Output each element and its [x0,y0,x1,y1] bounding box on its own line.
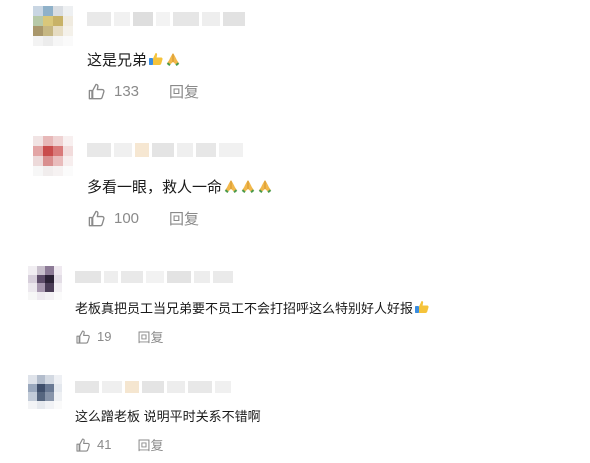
folded-hands-emoji [223,178,239,198]
comment-text: 多看一眼，救人一命 [87,176,273,198]
comment-text: 老板真把员工当兄弟要不员工不会打招呼这么特别好人好报 [75,298,430,318]
like-button[interactable]: 19 [75,329,111,345]
like-button[interactable]: 133 [87,82,139,101]
comment-actions: 41 回复 [75,435,163,454]
like-count: 19 [97,329,112,344]
comment-text-body: 这是兄弟 [87,52,148,69]
comment-text: 这是兄弟 [87,49,181,71]
reply-button[interactable]: 回复 [169,81,199,102]
like-count: 133 [114,83,140,100]
comment-text-body: 这么蹭老板 说明平时关系不错啊 [75,409,261,424]
comment-text-body: 老板真把员工当兄弟要不员工不会打招呼这么特别好人好报 [75,301,414,316]
thumbs-up-icon [87,82,106,101]
comment-text: 这么蹭老板 说明平时关系不错啊 [75,406,261,425]
reply-button[interactable]: 回复 [137,435,163,454]
emoji-group [147,52,181,69]
comment-actions: 133 回复 [87,81,199,102]
comment-text-body: 多看一眼，救人一命 [87,179,223,196]
like-button[interactable]: 41 [75,437,111,453]
avatar[interactable] [33,136,73,176]
thumbs-up-icon [87,209,106,228]
thumbs-up-icon [75,329,91,345]
thumbs-up-icon [75,437,91,453]
comment-actions: 19 回复 [75,327,163,346]
folded-hands-emoji [165,51,181,71]
comment-actions: 100 回复 [87,208,199,229]
folded-hands-emoji [240,178,256,198]
username-blurred[interactable] [75,381,231,393]
emoji-group [222,179,273,196]
avatar[interactable] [33,6,73,46]
thumbs-up-emoji [148,51,164,71]
username-blurred[interactable] [87,143,243,157]
folded-hands-emoji [257,178,273,198]
username-blurred[interactable] [87,12,245,26]
avatar[interactable] [28,375,62,409]
like-button[interactable]: 100 [87,209,139,228]
avatar[interactable] [28,266,62,300]
like-count: 100 [114,210,140,227]
username-blurred[interactable] [75,271,233,283]
emoji-group [413,301,430,316]
thumbs-up-emoji [414,299,430,318]
like-count: 41 [97,437,112,452]
reply-button[interactable]: 回复 [137,327,163,346]
reply-button[interactable]: 回复 [169,208,199,229]
